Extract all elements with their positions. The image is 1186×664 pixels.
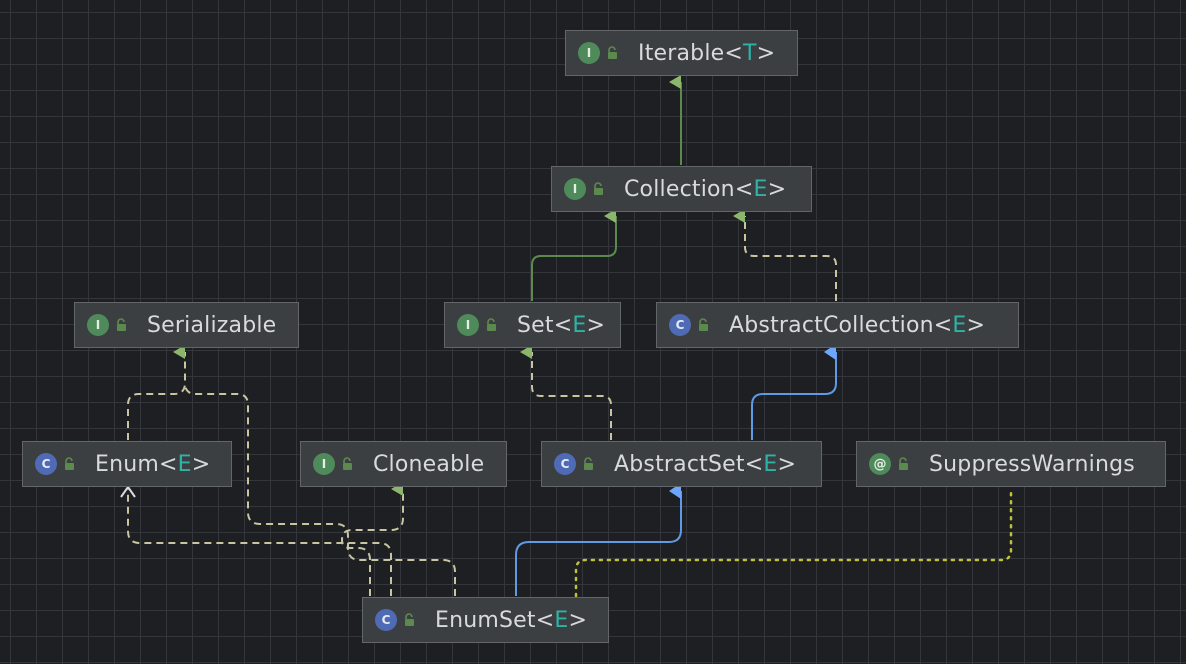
class-name: Serializable	[147, 312, 277, 338]
class-icon: C	[375, 609, 397, 631]
class-name: AbstractSet	[614, 451, 745, 477]
interface-icon: I	[313, 453, 335, 475]
lock-icon	[487, 318, 496, 331]
type-parameter: E	[952, 312, 967, 338]
node-suppresswarnings[interactable]: @ SuppressWarnings	[856, 441, 1166, 487]
edge-enum-serializable	[127, 345, 186, 440]
node-label: Iterable<T>	[638, 40, 776, 66]
node-cloneable[interactable]: I Cloneable	[300, 441, 507, 487]
interface-icon: I	[564, 178, 586, 200]
node-collection[interactable]: I Collection<E>	[551, 166, 812, 212]
node-abstractset[interactable]: C AbstractSet<E>	[541, 441, 822, 487]
class-name: Enum	[95, 451, 160, 477]
node-abstractcollection[interactable]: C AbstractCollection<E>	[656, 302, 1019, 348]
edge-enumset-abstractset	[515, 483, 682, 596]
node-label: AbstractCollection<E>	[729, 312, 986, 338]
class-name: AbstractCollection	[729, 312, 934, 338]
class-name: Collection	[624, 176, 735, 202]
node-set[interactable]: I Set<E>	[444, 302, 621, 348]
lock-icon	[405, 613, 414, 626]
type-parameter: E	[554, 607, 569, 633]
class-icon: C	[669, 314, 691, 336]
edge-abstractset-set	[520, 345, 612, 440]
type-parameter: E	[572, 312, 587, 338]
node-enumset[interactable]: C EnumSet<E>	[362, 597, 609, 643]
edge-enumset-serializable	[184, 382, 456, 596]
lock-icon	[608, 46, 617, 59]
interface-icon: I	[457, 314, 479, 336]
class-name: Set	[517, 312, 554, 338]
edge-enumset-enum	[127, 488, 392, 596]
node-label: EnumSet<E>	[435, 607, 588, 633]
lock-icon	[117, 318, 126, 331]
type-parameter: E	[177, 451, 192, 477]
class-icon: C	[554, 453, 576, 475]
lock-icon	[699, 318, 708, 331]
edge-abstractset-abstractcollection	[751, 344, 837, 440]
edge-abstractcollection-collection	[733, 209, 837, 301]
node-serializable[interactable]: I Serializable	[74, 302, 299, 348]
interface-icon: I	[578, 42, 600, 64]
lock-icon	[584, 457, 593, 470]
node-label: Collection<E>	[624, 176, 787, 202]
node-enum[interactable]: C Enum<E>	[22, 441, 232, 487]
annotation-icon: @	[869, 453, 891, 475]
lock-icon	[65, 457, 74, 470]
node-label: Set<E>	[517, 312, 606, 338]
node-label: AbstractSet<E>	[614, 451, 797, 477]
class-name: EnumSet	[435, 607, 536, 633]
class-icon: C	[35, 453, 57, 475]
node-iterable[interactable]: I Iterable<T>	[565, 30, 798, 76]
lock-icon	[594, 182, 603, 195]
class-name: SuppressWarnings	[929, 451, 1135, 477]
type-parameter: E	[763, 451, 778, 477]
lock-icon	[343, 457, 352, 470]
edge-set-collection	[531, 209, 617, 301]
class-name: Iterable	[638, 40, 725, 66]
node-label: Enum<E>	[95, 451, 211, 477]
type-parameter: T	[743, 40, 757, 66]
class-name: Cloneable	[373, 451, 485, 477]
interface-icon: I	[87, 314, 109, 336]
lock-icon	[899, 457, 908, 470]
type-parameter: E	[753, 176, 768, 202]
